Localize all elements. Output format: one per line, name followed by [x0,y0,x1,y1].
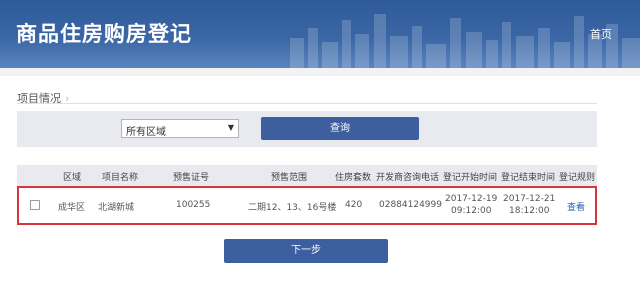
cell-scope: 二期12、13、16号楼 [248,203,337,213]
city-skyline-graphic [290,14,640,68]
cell-area: 成华区 [58,203,86,213]
next-step-button[interactable]: 下一步 [224,239,388,263]
col-header-units: 住房套数 [335,173,372,183]
cell-project: 北湖新城 [98,203,135,213]
section-divider [17,103,597,104]
query-button[interactable]: 查询 [261,117,419,140]
home-link[interactable]: 首页 [590,26,612,42]
cell-permit: 100255 [176,200,211,210]
row-checkbox[interactable] [30,200,40,210]
header-banner: 商品住房购房登记 首页 [0,0,640,68]
cell-start-time: 09:12:00 [451,206,492,216]
col-header-rules: 登记规则 [559,173,596,183]
col-header-scope: 预售范围 [271,173,308,183]
cell-end-date: 2017-12-21 [503,194,556,204]
col-header-permit: 预售证号 [173,173,210,183]
col-header-phone: 开发商咨询电话 [376,173,440,183]
col-header-project: 项目名称 [102,173,139,183]
col-header-end-time: 登记结束时间 [501,173,556,183]
cell-end-time: 18:12:00 [509,206,550,216]
area-select-value: 所有区域 [126,127,166,138]
cell-phone: 02884124999 [379,200,442,210]
col-header-start-time: 登记开始时间 [443,173,498,183]
area-select[interactable]: 所有区域 ▼ [121,119,239,138]
col-header-area: 区域 [63,173,82,183]
view-rules-link[interactable]: 查看 [567,200,585,213]
cell-units: 420 [345,200,363,210]
cell-start-date: 2017-12-19 [445,194,498,204]
dropdown-arrow-icon: ▼ [227,123,234,132]
site-title: 商品住房购房登记 [16,22,192,46]
